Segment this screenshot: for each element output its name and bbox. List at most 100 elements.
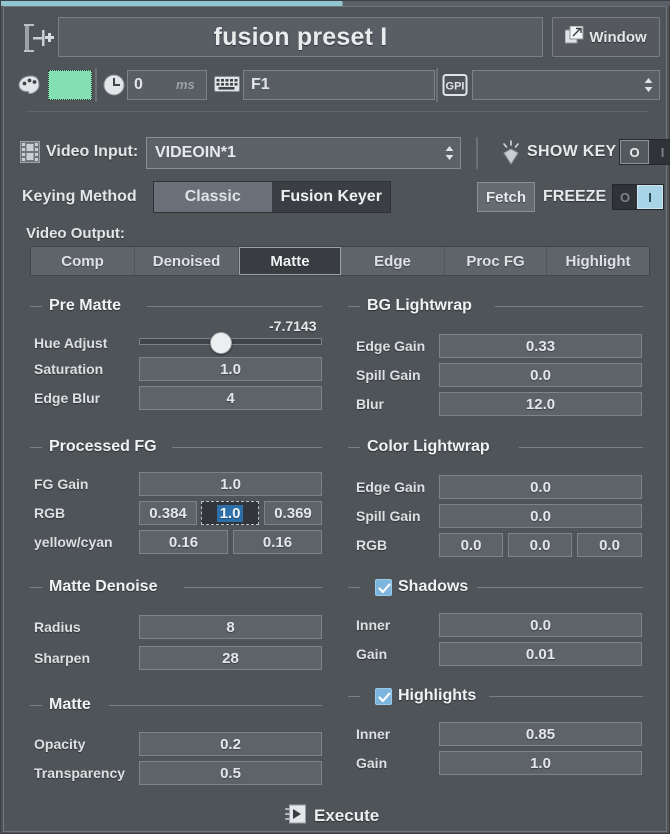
keyboard-icon[interactable]: [214, 75, 240, 93]
group-line: [495, 306, 643, 307]
fetch-button-label: Fetch: [486, 189, 526, 206]
highlights-checkbox[interactable]: [375, 688, 392, 705]
preset-row: fusion preset I Window: [14, 15, 660, 61]
fg-rgb-b-value: 0.369: [274, 505, 312, 522]
fg-rgb-r-field[interactable]: 0.384: [139, 501, 197, 525]
cl-rgb-r-field[interactable]: 0.0: [439, 533, 503, 557]
group-title-shadows: Shadows: [398, 578, 468, 596]
fg-rgb-label: RGB: [34, 505, 65, 521]
show-key-option-i[interactable]: I: [649, 140, 670, 164]
shadows-inner-field[interactable]: 0.0: [439, 613, 642, 637]
window-copy-icon: [565, 26, 584, 49]
time-unit-label: ms: [176, 77, 195, 92]
show-key-option-o[interactable]: O: [620, 140, 649, 164]
group-line: [109, 705, 322, 706]
cl-rgb-b-field[interactable]: 0.0: [577, 533, 642, 557]
film-strip-icon: [20, 141, 40, 163]
keying-method-option-classic[interactable]: Classic: [154, 182, 273, 212]
freeze-option-o[interactable]: O: [613, 185, 637, 209]
divider: [436, 68, 438, 102]
tab-comp[interactable]: Comp: [31, 247, 135, 275]
shadows-gain-field[interactable]: 0.01: [439, 642, 642, 666]
keying-method-option-fusion-keyer[interactable]: Fusion Keyer: [273, 182, 391, 212]
highlights-inner-label: Inner: [356, 726, 390, 742]
group-line: [489, 696, 643, 697]
group-title-bg-lightwrap: BG Lightwrap: [367, 297, 472, 315]
shadows-gain-value: 0.01: [526, 646, 555, 663]
fg-gain-value: 1.0: [220, 476, 241, 493]
group-title-color-lightwrap: Color Lightwrap: [367, 438, 490, 456]
radius-field[interactable]: 8: [139, 615, 322, 639]
fg-gain-field[interactable]: 1.0: [139, 472, 322, 496]
opacity-field[interactable]: 0.2: [139, 732, 322, 756]
time-field[interactable]: 0: [127, 70, 207, 100]
fg-rgb-b-field[interactable]: 0.369: [264, 501, 322, 525]
cyan-field[interactable]: 0.16: [233, 530, 322, 554]
preset-name-text: fusion preset I: [214, 23, 388, 52]
tab-denoised[interactable]: Denoised: [135, 247, 239, 275]
freeze-option-i[interactable]: I: [637, 185, 663, 209]
bg-spill-gain-field[interactable]: 0.0: [439, 363, 642, 387]
bg-blur-label: Blur: [356, 396, 384, 412]
tab-matte[interactable]: Matte: [239, 247, 341, 275]
saturation-value: 1.0: [220, 361, 241, 378]
cl-edge-gain-field[interactable]: 0.0: [439, 475, 642, 499]
divider: [95, 68, 97, 102]
cl-rgb-g-field[interactable]: 0.0: [508, 533, 572, 557]
shadows-inner-value: 0.0: [530, 617, 551, 634]
tab-proc-fg[interactable]: Proc FG: [445, 247, 547, 275]
tab-edge[interactable]: Edge: [341, 247, 445, 275]
sharpen-field[interactable]: 28: [139, 646, 322, 670]
bg-edge-gain-field[interactable]: 0.33: [439, 334, 642, 358]
window-button[interactable]: Window: [552, 17, 660, 57]
clock-icon[interactable]: [102, 73, 126, 97]
group-dash: [30, 705, 42, 706]
cl-rgb-g-value: 0.0: [530, 537, 551, 554]
bg-edge-gain-label: Edge Gain: [356, 338, 425, 354]
gpi-select[interactable]: [472, 70, 660, 100]
color-swatch[interactable]: [48, 70, 92, 100]
tab-highlight[interactable]: Highlight: [547, 247, 649, 275]
radius-label: Radius: [34, 619, 81, 635]
shadows-gain-label: Gain: [356, 646, 387, 662]
cl-rgb-label: RGB: [356, 537, 387, 553]
cl-edge-gain-label: Edge Gain: [356, 479, 425, 495]
bg-blur-field[interactable]: 12.0: [439, 392, 642, 416]
highlights-gain-field[interactable]: 1.0: [439, 751, 642, 775]
cl-spill-gain-field[interactable]: 0.0: [439, 504, 642, 528]
bg-blur-value: 12.0: [526, 396, 555, 413]
cl-spill-gain-value: 0.0: [530, 508, 551, 525]
palette-icon[interactable]: [18, 75, 44, 95]
yellow-cyan-label: yellow/cyan: [34, 534, 113, 550]
keying-method-toggle[interactable]: Classic Fusion Keyer: [153, 181, 391, 213]
edge-blur-value: 4: [226, 390, 234, 407]
video-input-select[interactable]: VIDEOIN*1: [146, 137, 461, 169]
hue-adjust-slider-knob[interactable]: [210, 332, 232, 354]
group-line: [147, 306, 322, 307]
checkmark-icon: [378, 582, 391, 595]
saturation-field[interactable]: 1.0: [139, 357, 322, 381]
gpi-icon[interactable]: GPI: [442, 72, 468, 98]
window-button-label: Window: [589, 29, 646, 46]
show-key-toggle[interactable]: O I: [619, 139, 670, 165]
transparency-field[interactable]: 0.5: [139, 761, 322, 785]
keying-method-row: Keying Method Classic Fusion Keyer Fetch…: [14, 179, 660, 217]
hotkey-field[interactable]: F1: [243, 70, 435, 100]
fg-rgb-g-field[interactable]: 1.0: [201, 501, 259, 525]
freeze-toggle[interactable]: O I: [612, 184, 664, 210]
group-title-matte: Matte: [49, 696, 91, 714]
highlights-gain-label: Gain: [356, 755, 387, 771]
group-dash: [30, 447, 42, 448]
shadows-checkbox[interactable]: [375, 579, 392, 596]
group-dash: [348, 696, 360, 697]
opacity-label: Opacity: [34, 736, 85, 752]
highlights-inner-field[interactable]: 0.85: [439, 722, 642, 746]
video-input-value: VIDEOIN*1: [155, 144, 236, 162]
execute-button[interactable]: Execute: [285, 802, 405, 830]
edge-blur-field[interactable]: 4: [139, 386, 322, 410]
insert-row-icon[interactable]: [19, 20, 55, 56]
preset-name-field[interactable]: fusion preset I: [58, 17, 543, 57]
fetch-button[interactable]: Fetch: [477, 182, 535, 212]
show-key-label: SHOW KEY: [527, 143, 617, 161]
yellow-field[interactable]: 0.16: [139, 530, 228, 554]
